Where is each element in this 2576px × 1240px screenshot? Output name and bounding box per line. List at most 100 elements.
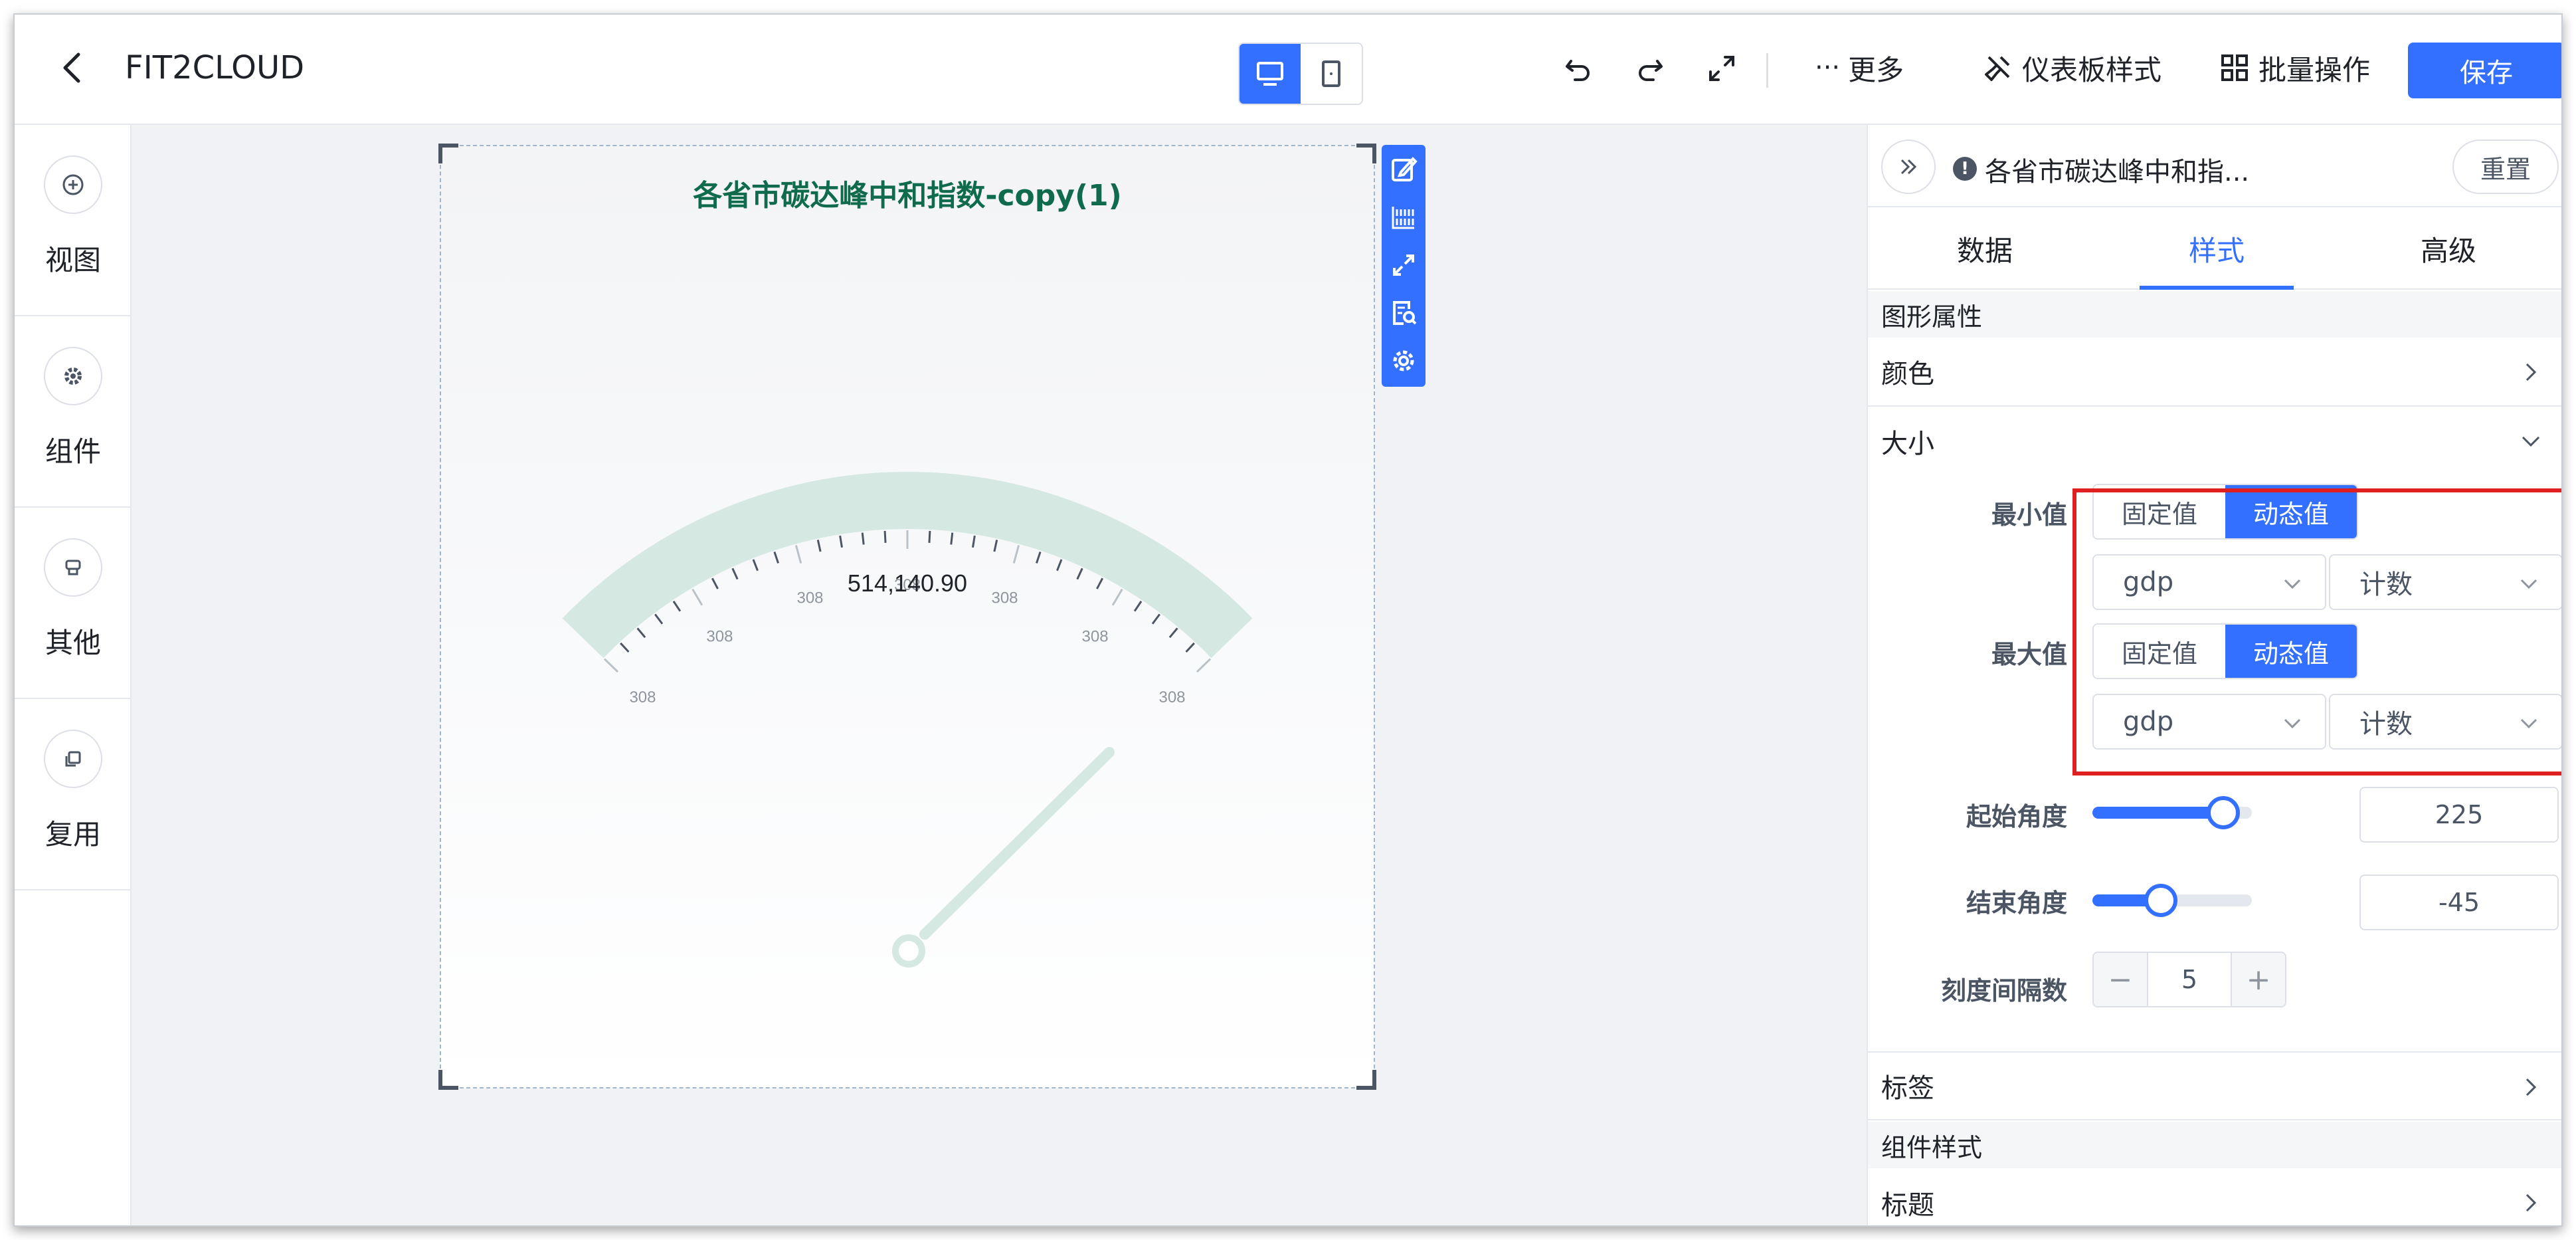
gauge-tick-label: 308: [796, 589, 823, 607]
gauge-tick: [861, 532, 865, 545]
tab-advanced[interactable]: 高级: [2371, 207, 2526, 290]
chart-name: 各省市碳达峰中和指...: [1985, 157, 2250, 187]
gauge-tick: [603, 658, 619, 673]
gauge-chart: 308308308308308308308514,140.90: [562, 472, 1253, 968]
gauge-arc: [562, 472, 1253, 659]
back-button[interactable]: [53, 48, 93, 88]
start-angle-slider[interactable]: [2092, 796, 2252, 829]
gauge-chart-card[interactable]: 各省市碳达峰中和指数-copy(1) 308 308 308 308 308 308 308…: [438, 144, 1376, 1090]
start-angle-input[interactable]: 225: [2359, 787, 2559, 843]
start-angle-slider-handle[interactable]: [2206, 796, 2240, 829]
gauge-tick: [1111, 588, 1123, 606]
phone-icon: [1322, 60, 1340, 87]
gauge-tick: [816, 540, 822, 552]
more-label: 更多: [1848, 53, 1904, 86]
undo-button[interactable]: [1561, 51, 1596, 86]
collapse-panel-button[interactable]: [1881, 140, 1936, 194]
gauge-tick: [794, 545, 802, 564]
expand-arrows-icon: [1393, 255, 1414, 276]
size-settings-row[interactable]: 大小: [1868, 407, 2561, 476]
sidebar-item-label: 其他: [45, 627, 101, 659]
start-angle-label: 起始角度: [1966, 802, 2067, 831]
gauge-tick: [672, 600, 682, 612]
chart-toolbar: [1382, 145, 1426, 387]
end-angle-label: 结束角度: [1966, 888, 2067, 918]
redo-button[interactable]: [1633, 51, 1667, 86]
gauge-value-label: 514,140.90: [848, 569, 967, 597]
gauge-tick: [972, 535, 976, 548]
stamp-icon: [44, 538, 102, 597]
grid-icon: [2221, 54, 2248, 81]
gear-icon: [1393, 350, 1414, 371]
save-button[interactable]: 保存: [2408, 43, 2561, 98]
color-settings-row[interactable]: 颜色: [1868, 338, 2561, 407]
settings-button[interactable]: [1385, 342, 1422, 380]
gauge-tick: [1096, 577, 1104, 589]
gauge-tick-label: 308: [706, 627, 733, 645]
gauge-tick-label: 308: [1082, 627, 1109, 645]
sidebar-item-reuse[interactable]: 复用: [15, 699, 132, 890]
tab-data[interactable]: 数据: [1908, 207, 2062, 290]
gauge-tick: [752, 559, 759, 571]
gauge-tick: [1076, 568, 1083, 580]
app-window: FIT2CLOUD ··· 更多 仪表板样式 批量操作 保存 视图 组件 其他 …: [13, 13, 2563, 1227]
panel-header: ! 各省市碳达峰中和指... 重置: [1868, 125, 2561, 207]
panel-tabs: 数据 样式 高级: [1868, 207, 2561, 290]
chevron-right-icon: [2526, 1193, 2537, 1212]
increment-button[interactable]: +: [2232, 953, 2285, 1006]
active-tab-indicator: [2140, 286, 2294, 290]
fullscreen-button[interactable]: [1704, 51, 1739, 86]
gear-icon: [44, 347, 102, 405]
copy-icon: [44, 730, 102, 788]
sidebar-item-other[interactable]: 其他: [15, 508, 132, 699]
enlarge-button[interactable]: [1385, 246, 1422, 284]
batch-operation-label: 批量操作: [2258, 53, 2371, 86]
gauge-tick-label: 308: [991, 589, 1018, 607]
sidebar-item-label: 复用: [45, 818, 101, 851]
title-settings-row[interactable]: 标题: [1868, 1168, 2561, 1225]
end-angle-input[interactable]: -45: [2359, 875, 2559, 930]
batch-operation-button[interactable]: 批量操作: [2219, 48, 2370, 88]
decrement-button[interactable]: −: [2094, 953, 2147, 1006]
mobile-view-button[interactable]: [1301, 44, 1362, 104]
end-angle-slider-handle[interactable]: [2144, 884, 2178, 917]
top-header: FIT2CLOUD ··· 更多 仪表板样式 批量操作 保存: [15, 15, 2561, 125]
redo-icon: [1639, 60, 1663, 81]
gauge-pointer: [919, 747, 1115, 940]
sidebar-item-label: 组件: [45, 435, 101, 468]
chevron-right-icon: [2526, 363, 2537, 381]
gauge-tick: [1133, 600, 1143, 612]
expand-icon: [1709, 56, 1734, 81]
sidebar-item-view[interactable]: 视图: [15, 125, 132, 316]
double-chevron-right-icon: [1900, 159, 1917, 175]
sidebar-item-component[interactable]: 组件: [15, 316, 132, 508]
color-label: 颜色: [1881, 359, 1934, 389]
gauge-tick: [993, 540, 998, 552]
gauge-tick: [1036, 551, 1042, 564]
linkage-button[interactable]: [1385, 198, 1422, 237]
tab-style[interactable]: 样式: [2140, 207, 2294, 290]
details-button[interactable]: [1385, 294, 1422, 332]
reset-button[interactable]: 重置: [2452, 140, 2559, 194]
label-settings-row[interactable]: 标签: [1868, 1051, 2561, 1120]
brush-icon: [1985, 56, 2010, 81]
dashboard-style-button[interactable]: 仪表板样式: [1982, 48, 2162, 88]
plus-circle-icon: [44, 155, 102, 214]
tick-interval-value[interactable]: 5: [2147, 953, 2232, 1006]
gauge-tick: [1196, 658, 1212, 673]
chevron-right-icon: [2526, 1078, 2537, 1096]
section-component-style: 组件样式: [1868, 1122, 2561, 1168]
chevron-down-icon: [2522, 436, 2540, 447]
end-angle-slider[interactable]: [2092, 884, 2252, 917]
more-menu[interactable]: ··· 更多: [1815, 48, 1904, 88]
undo-icon: [1566, 60, 1590, 81]
edit-button[interactable]: [1385, 150, 1422, 189]
gauge-tick-label: 308: [629, 688, 656, 706]
highlight-box: [2072, 488, 2561, 775]
gauge-tick: [773, 551, 779, 564]
gauge-tick: [1012, 545, 1020, 564]
desktop-view-button[interactable]: [1240, 44, 1301, 104]
size-label: 大小: [1881, 429, 1934, 459]
min-value-label: 最小值: [1991, 500, 2067, 530]
dashboard-style-label: 仪表板样式: [2022, 53, 2162, 86]
